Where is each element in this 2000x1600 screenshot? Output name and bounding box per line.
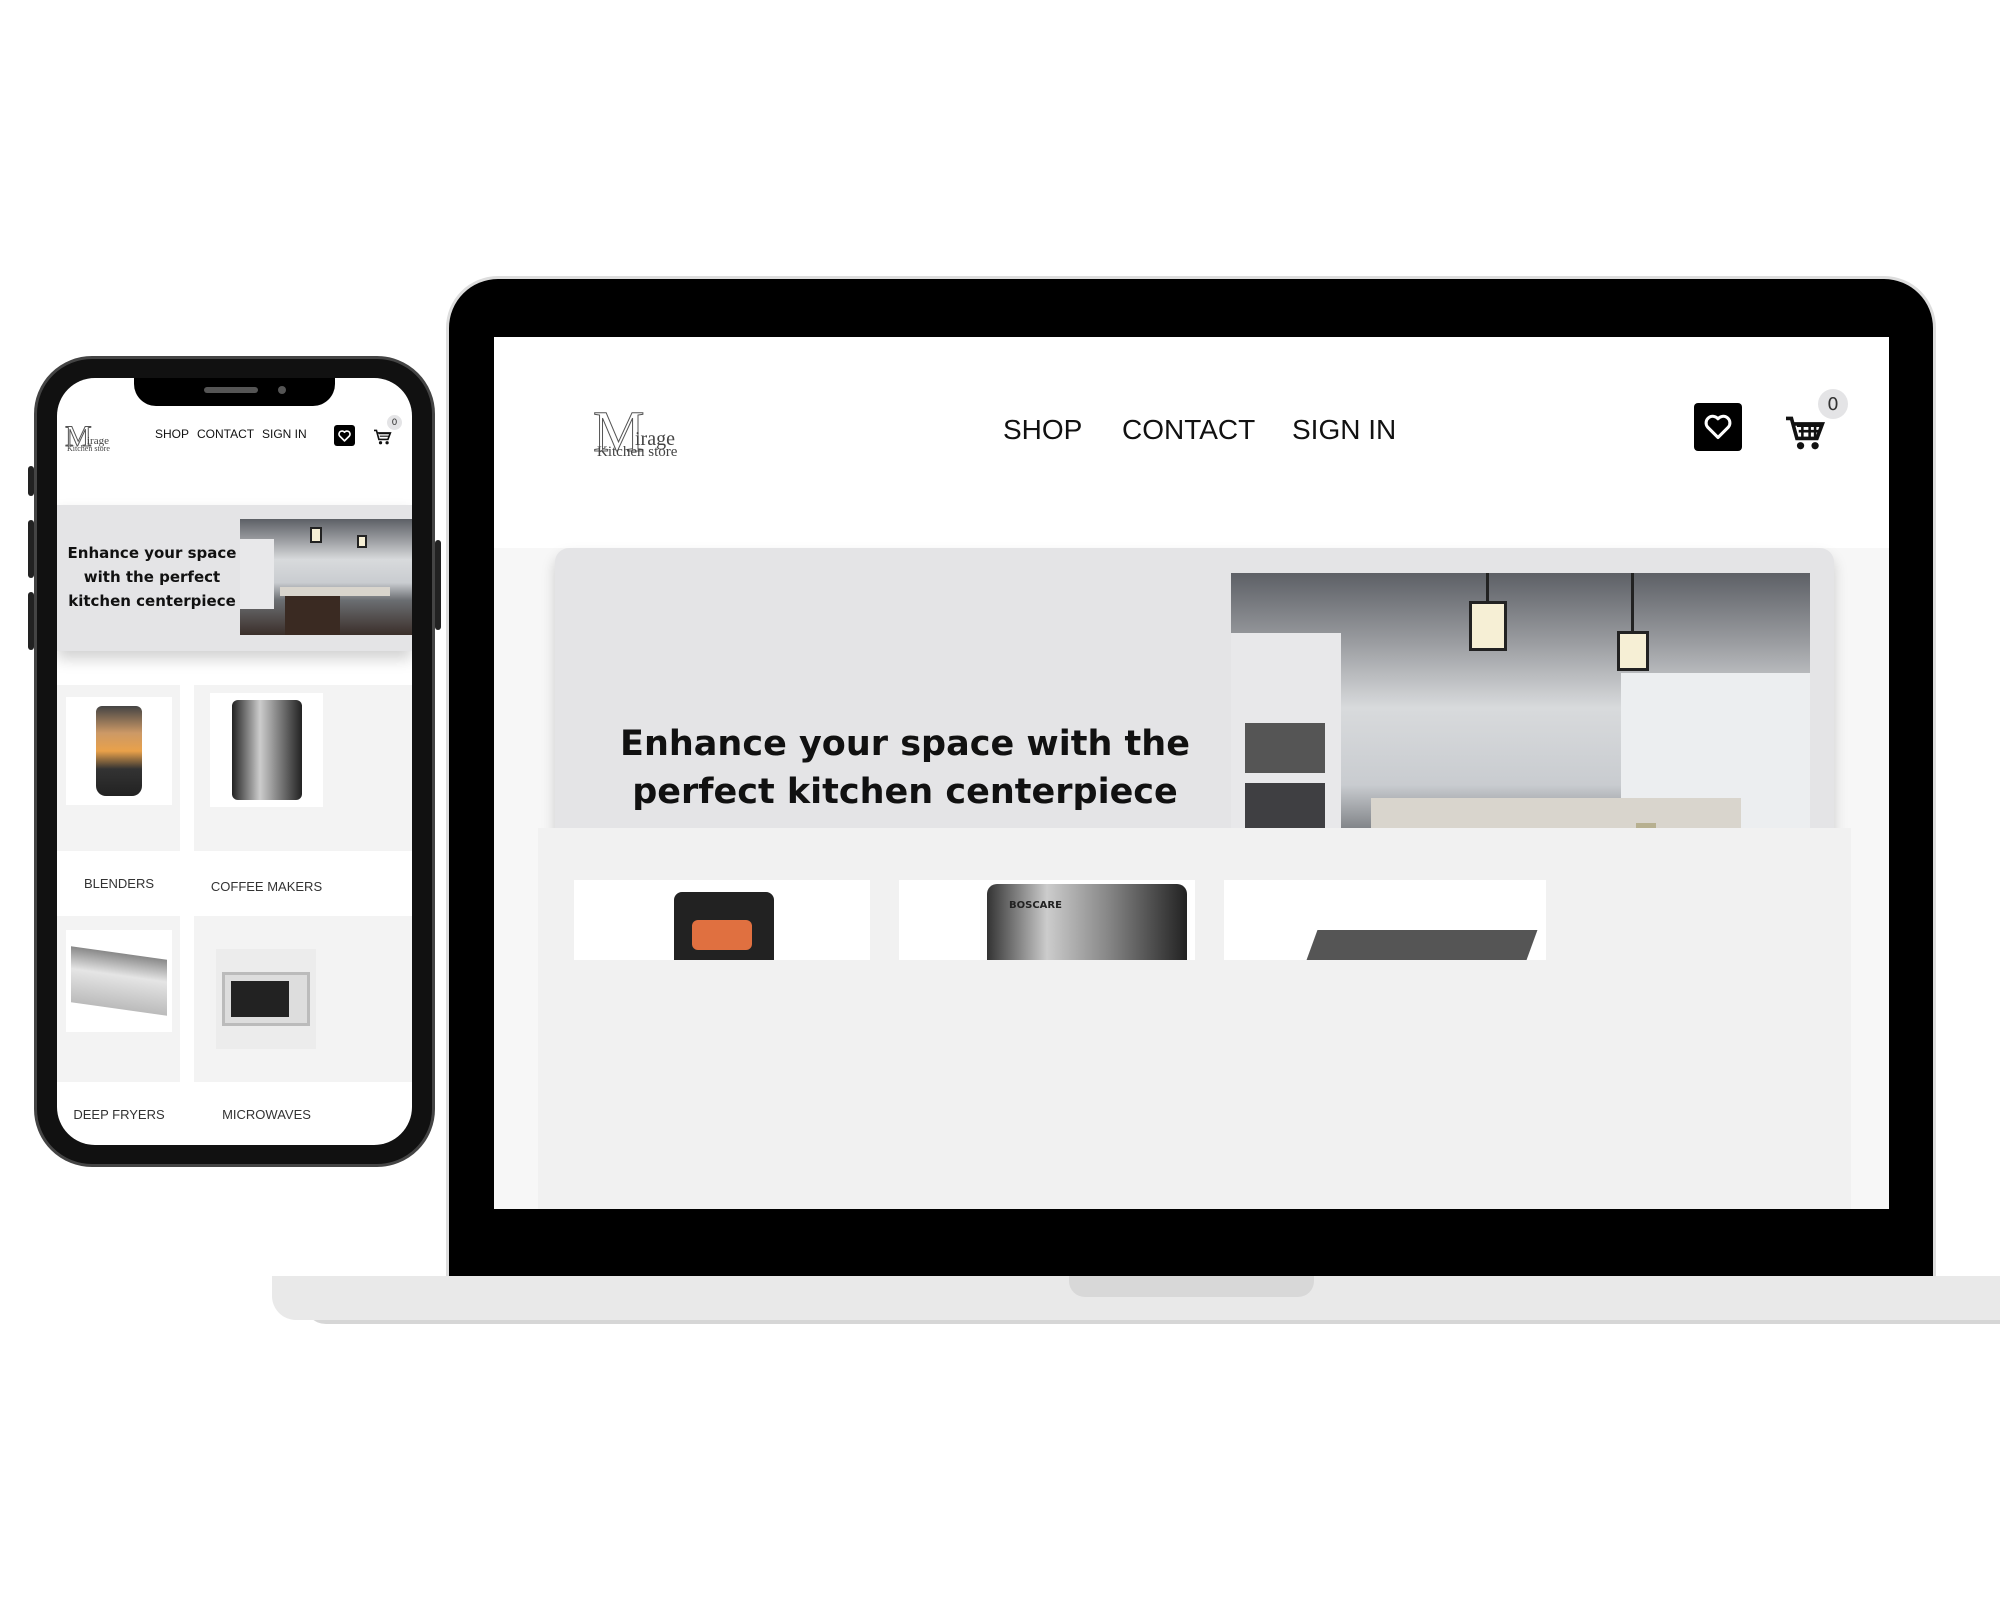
product-card-blender[interactable]: [574, 880, 870, 960]
logo[interactable]: M irage Kitchen store: [593, 402, 693, 463]
desktop-site: M irage Kitchen store SHOP CONTACT SIGN …: [494, 337, 1889, 1209]
mobile-logo[interactable]: M irage Kitchen store: [65, 421, 125, 458]
nav-shop[interactable]: SHOP: [1003, 414, 1082, 446]
category-label[interactable]: DEEP FRYERS: [57, 1107, 204, 1122]
phone-speaker: [204, 387, 258, 393]
product-card-utensils[interactable]: [1224, 880, 1546, 960]
category-tile-blenders[interactable]: [57, 685, 180, 851]
logo-subtitle: Kitchen store: [597, 444, 678, 460]
category-label[interactable]: BLENDERS: [57, 876, 204, 891]
blender-image: [66, 697, 172, 805]
category-tile-microwaves[interactable]: [194, 916, 412, 1082]
product-card-coffee-maker[interactable]: BOSCARE: [899, 880, 1195, 960]
heart-icon: [1704, 414, 1732, 440]
cart-button[interactable]: [1784, 413, 1828, 457]
deep-fryer-image: [66, 930, 172, 1032]
mobile-nav-sign-in[interactable]: SIGN IN: [262, 427, 307, 441]
heart-icon: [338, 429, 351, 442]
coffee-brand-label: BOSCARE: [1009, 900, 1062, 911]
cart-icon: [1786, 416, 1825, 450]
product-section: BOSCARE: [538, 828, 1851, 1209]
mobile-nav-shop[interactable]: SHOP: [155, 427, 189, 441]
mobile-nav-contact[interactable]: CONTACT: [197, 427, 254, 441]
mobile-site: M irage Kitchen store SHOP CONTACT SIGN …: [57, 378, 412, 1145]
mobile-cart-count-badge: 0: [387, 415, 402, 430]
logo-subtitle: Kitchen store: [67, 444, 110, 453]
coffee-maker-image: [210, 693, 323, 807]
site-header: M irage Kitchen store SHOP CONTACT SIGN …: [494, 337, 1889, 548]
cart-count-badge: 0: [1818, 389, 1848, 419]
mobile-cart-button[interactable]: [373, 428, 393, 450]
phone-camera: [278, 386, 286, 394]
mobile-kitchen-image: [240, 519, 412, 635]
category-tile-coffee-makers[interactable]: [194, 685, 412, 851]
mobile-hero-headline: Enhance your space with the perfect kitc…: [67, 544, 237, 610]
nav-contact[interactable]: CONTACT: [1122, 414, 1255, 446]
mobile-hero-banner: Enhance your space with the perfect kitc…: [57, 505, 412, 651]
phone-notch: [134, 378, 335, 406]
category-tile-deep-fryers[interactable]: [57, 916, 180, 1082]
cart-icon: [374, 429, 392, 445]
microwave-image: [216, 949, 316, 1049]
nav-sign-in[interactable]: SIGN IN: [1292, 414, 1396, 446]
laptop-notch: [1069, 1276, 1314, 1297]
hero-headline: Enhance your space with the perfect kitc…: [620, 724, 1190, 812]
mobile-wishlist-button[interactable]: [334, 425, 355, 446]
category-label[interactable]: MICROWAVES: [194, 1107, 339, 1122]
phone-power-button: [435, 540, 441, 630]
category-label[interactable]: COFFEE MAKERS: [194, 879, 339, 894]
wishlist-button[interactable]: [1694, 403, 1742, 451]
